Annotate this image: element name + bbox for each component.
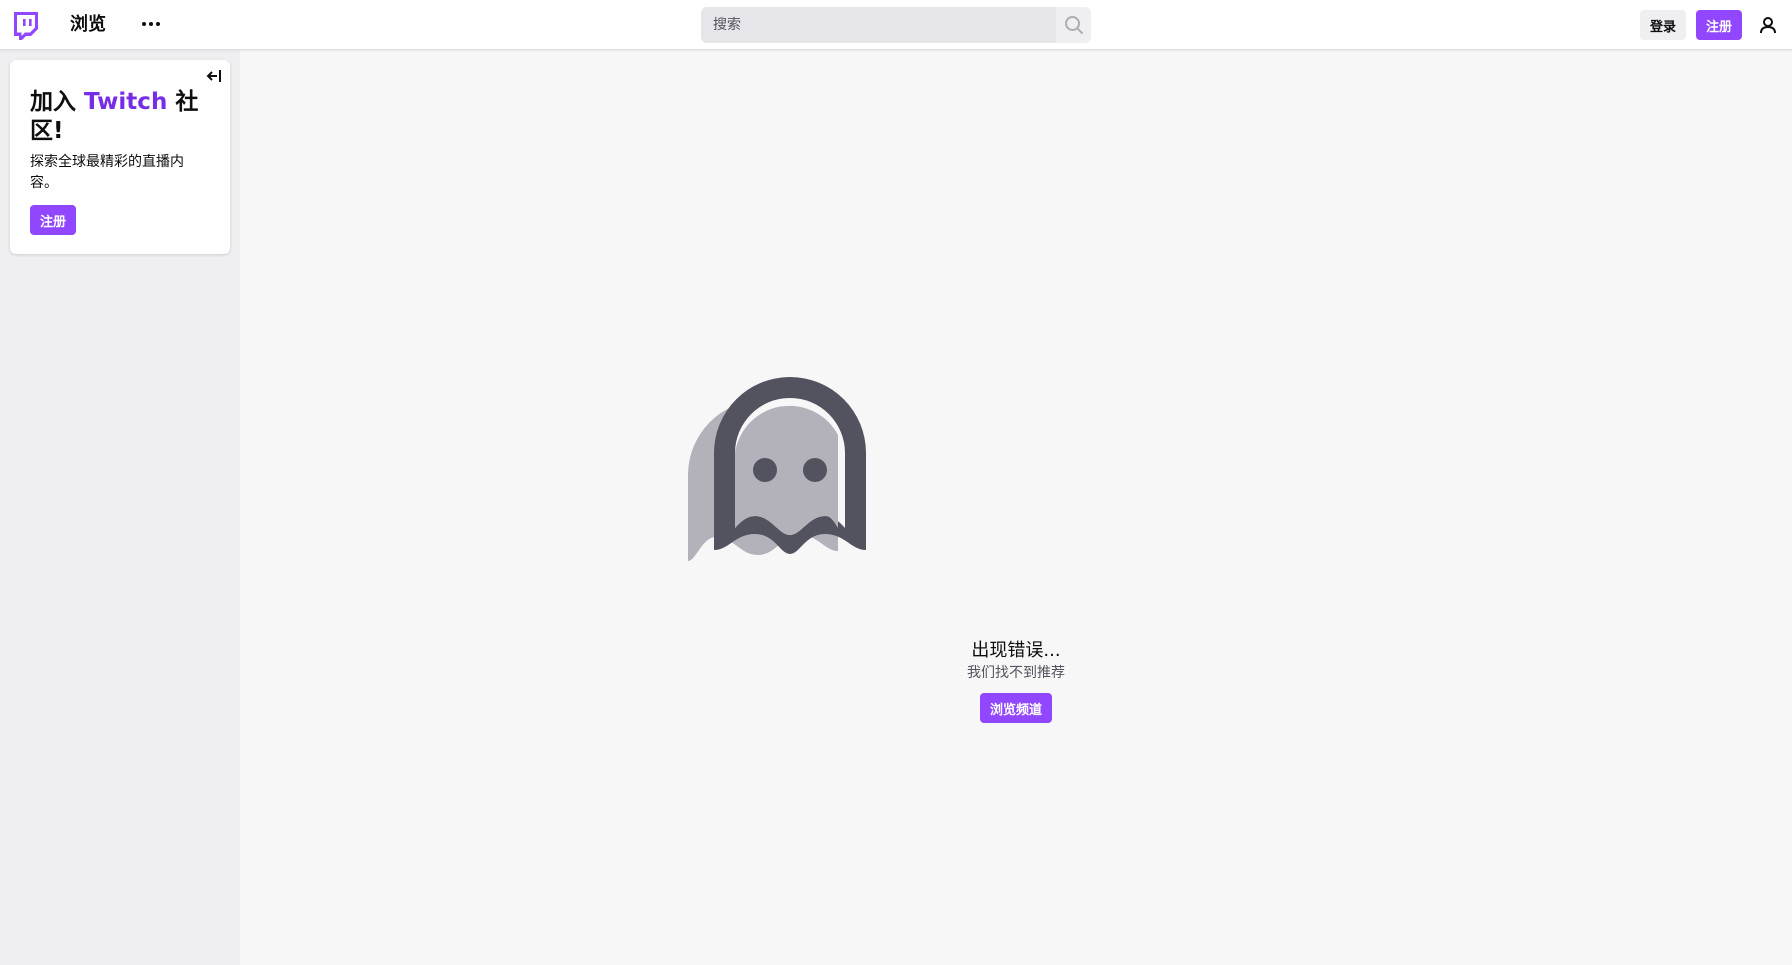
signup-button[interactable]: 注册 bbox=[1696, 10, 1742, 40]
browse-channels-button[interactable]: 浏览频道 bbox=[980, 693, 1052, 723]
error-title: 出现错误... bbox=[971, 640, 1061, 661]
user-icon bbox=[1760, 17, 1776, 34]
browse-link[interactable]: 浏览 bbox=[70, 12, 106, 38]
search-button[interactable] bbox=[1056, 7, 1091, 43]
login-button[interactable]: 登录 bbox=[1640, 10, 1686, 40]
more-dots-icon bbox=[142, 22, 146, 26]
collapse-sidebar-button[interactable] bbox=[204, 66, 224, 86]
main-content bbox=[240, 50, 1792, 965]
search-icon bbox=[1064, 16, 1083, 34]
top-nav-bar: 浏览 登录 注册 bbox=[0, 0, 1792, 50]
search-bar bbox=[701, 7, 1091, 43]
user-menu-button[interactable] bbox=[1756, 12, 1780, 38]
brand-name: Twitch bbox=[84, 89, 168, 115]
twitch-logo-icon[interactable] bbox=[12, 12, 38, 40]
join-community-card: 加入 Twitch 社区! 探索全球最精彩的直播内容。 注册 bbox=[10, 60, 230, 254]
search-input[interactable] bbox=[701, 7, 1056, 43]
side-nav: 加入 Twitch 社区! 探索全球最精彩的直播内容。 注册 bbox=[0, 50, 240, 965]
join-card-description: 探索全球最精彩的直播内容。 bbox=[30, 154, 184, 191]
sidebar-signup-button[interactable]: 注册 bbox=[30, 205, 76, 235]
more-options-button[interactable] bbox=[138, 11, 164, 37]
join-card-title: 加入 Twitch 社区! bbox=[30, 89, 199, 144]
collapse-left-icon bbox=[206, 70, 221, 82]
ghost-icon bbox=[688, 377, 872, 631]
error-subtitle: 我们找不到推荐 bbox=[967, 665, 1065, 681]
